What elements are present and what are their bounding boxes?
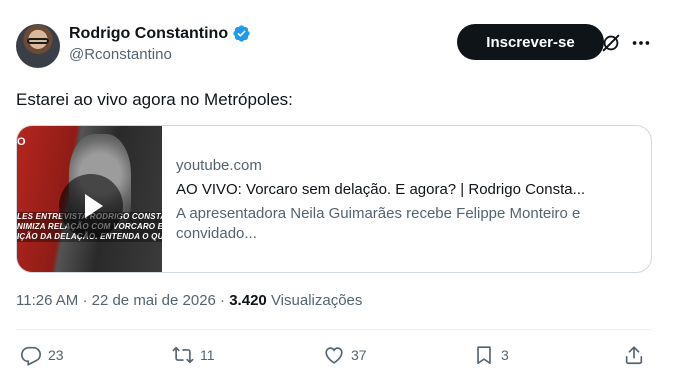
video-thumbnail[interactable]: O LES ENTREVISTA RODRIGO CONSTANTINO NIM… <box>17 126 162 272</box>
verified-badge-icon <box>232 24 251 43</box>
card-description: A apresentadora Neila Guimarães recebe F… <box>176 205 581 242</box>
heart-icon <box>325 347 343 364</box>
author-handle[interactable]: @Rconstantino <box>69 46 251 63</box>
views-count: 3.420 <box>229 292 267 309</box>
reply-button[interactable]: 23 <box>20 344 64 366</box>
card-text: youtube.com AO VIVO: Vorcaro sem delação… <box>162 126 651 272</box>
reply-icon <box>21 346 41 366</box>
play-icon[interactable] <box>59 174 123 238</box>
like-count: 37 <box>351 347 367 363</box>
link-card[interactable]: O LES ENTREVISTA RODRIGO CONSTANTINO NIM… <box>16 125 652 273</box>
name-row: Rodrigo Constantino <box>69 24 251 43</box>
tweet-header: Rodrigo Constantino @Rconstantino Inscre… <box>16 18 660 74</box>
views-label: Visualizações <box>270 292 363 309</box>
tweet-text: Estarei ao vivo agora no Metrópoles: <box>16 90 293 109</box>
thumbnail-logo: O <box>17 136 26 148</box>
meta-separator: · <box>220 292 226 309</box>
share-icon <box>625 346 643 365</box>
subscribe-button[interactable]: Inscrever-se <box>457 24 604 60</box>
card-title[interactable]: AO VIVO: Vorcaro sem delação. E agora? |… <box>176 180 637 200</box>
reply-count: 23 <box>48 347 64 363</box>
bookmark-icon <box>477 346 491 365</box>
avatar[interactable] <box>16 24 60 68</box>
grok-slash-icon[interactable] <box>600 32 622 54</box>
tweet-date[interactable]: 22 de mai de 2026 <box>92 292 216 309</box>
divider <box>16 329 652 330</box>
like-button[interactable]: 37 <box>323 344 367 366</box>
repost-count: 11 <box>200 347 215 363</box>
repost-icon <box>172 346 194 364</box>
tweet-meta: 11:26 AM · 22 de mai de 2026 · 3.420 Vis… <box>16 292 362 309</box>
meta-separator: · <box>82 292 88 309</box>
bookmark-button[interactable]: 3 <box>473 344 509 366</box>
action-bar: 23 11 37 3 <box>16 344 652 372</box>
avatar-glasses <box>27 38 49 44</box>
author-name[interactable]: Rodrigo Constantino <box>69 25 228 43</box>
card-domain: youtube.com <box>176 157 262 174</box>
share-button[interactable] <box>623 344 645 366</box>
ellipsis-icon[interactable] <box>630 32 652 54</box>
repost-button[interactable]: 11 <box>172 344 215 366</box>
bookmark-count: 3 <box>501 347 509 363</box>
author-block: Rodrigo Constantino @Rconstantino <box>69 24 251 63</box>
tweet-time[interactable]: 11:26 AM <box>16 292 78 309</box>
